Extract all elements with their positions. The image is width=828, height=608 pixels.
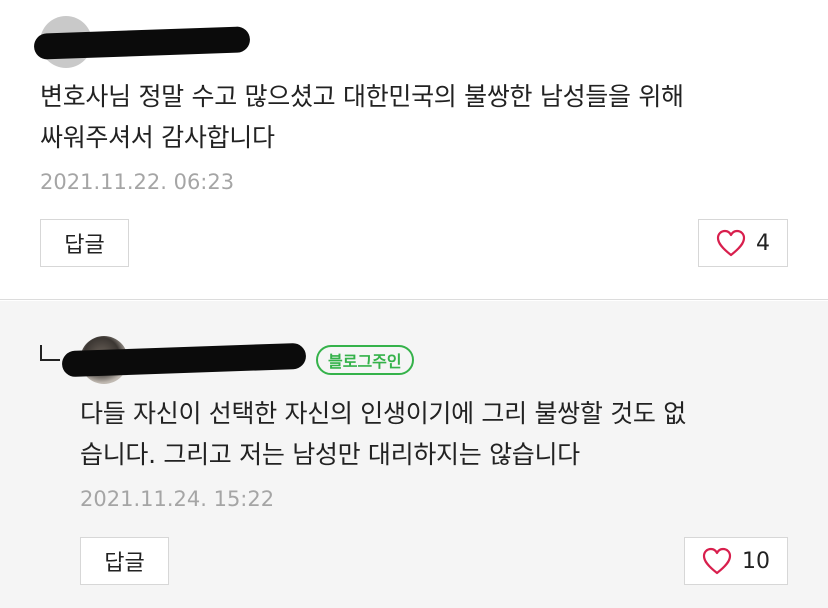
like-button[interactable]: 10 [684, 537, 788, 585]
comment-date: 2021.11.22. 06:23 [40, 170, 235, 194]
heart-outline-icon [702, 547, 732, 575]
like-button[interactable]: 4 [698, 219, 788, 267]
like-count: 10 [742, 548, 770, 574]
comment-text-line-2: 습니다. 그리고 저는 남성만 대리하지는 않습니다 [80, 440, 580, 469]
blog-owner-badge: 블로그주인 [316, 345, 414, 375]
reply-arrow-icon [40, 345, 60, 361]
reply-button[interactable]: 답글 [40, 219, 129, 267]
comment-item: 변호사님 정말 수고 많으셨고 대한민국의 불쌍한 남성들을 위해 싸워주셔서 … [0, 0, 828, 300]
heart-outline-icon [716, 229, 746, 257]
comment-text-line-1: 다들 자신이 선택한 자신의 인생이기에 그리 불쌍할 것도 없 [80, 399, 686, 428]
comment-text-line-2: 싸워주셔서 감사합니다 [40, 123, 275, 152]
like-count: 4 [756, 230, 770, 256]
comment-text-line-1: 변호사님 정말 수고 많으셨고 대한민국의 불쌍한 남성들을 위해 [40, 82, 684, 111]
reply-button[interactable]: 답글 [80, 537, 169, 585]
reply-comment-item: 블로그주인 다들 자신이 선택한 자신의 인생이기에 그리 불쌍할 것도 없 습… [0, 301, 828, 608]
comment-date: 2021.11.24. 15:22 [80, 487, 275, 511]
